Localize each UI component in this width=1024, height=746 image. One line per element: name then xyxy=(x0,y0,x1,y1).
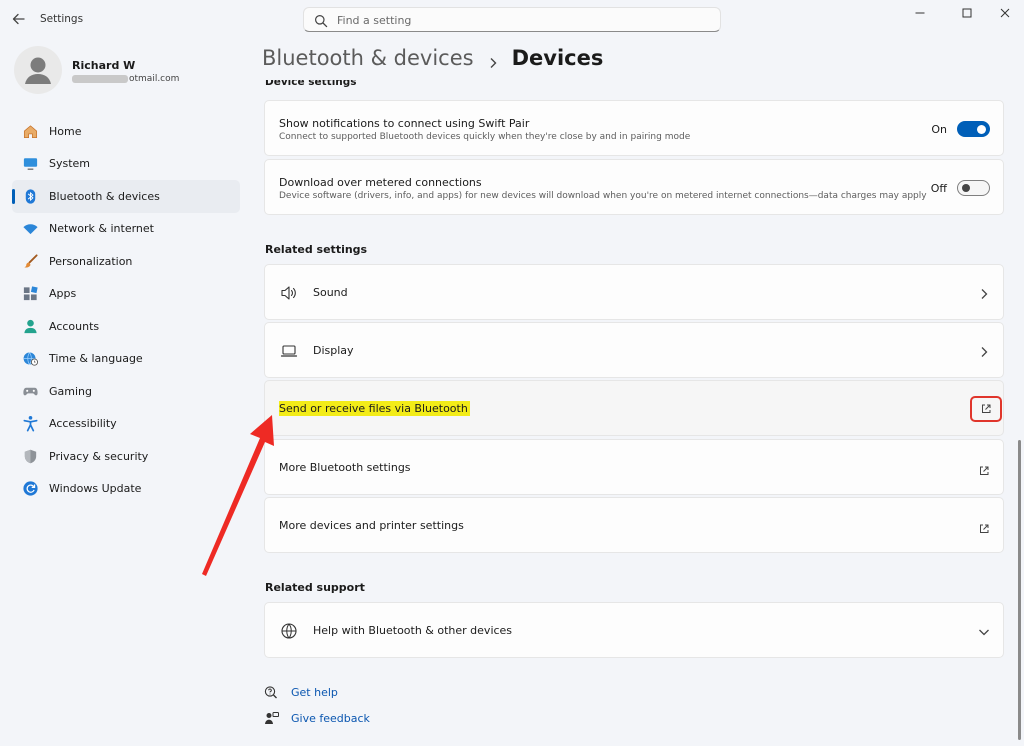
minimize-icon xyxy=(915,12,925,14)
give-feedback-link[interactable]: Give feedback xyxy=(264,709,370,727)
metered-download-setting: Download over metered connections Device… xyxy=(264,159,1004,215)
sidebar-item-personalization[interactable]: Personalization xyxy=(12,245,240,278)
chevron-right-icon xyxy=(977,344,991,358)
app-title: Settings xyxy=(40,13,84,25)
globe-clock-icon xyxy=(21,350,39,368)
metered-title: Download over metered connections xyxy=(279,176,482,189)
gamepad-icon xyxy=(21,382,39,400)
chevron-down-icon xyxy=(977,624,991,638)
search-icon xyxy=(314,13,328,28)
speaker-icon xyxy=(279,283,299,303)
chevron-right-icon xyxy=(977,286,991,300)
swift-pair-title: Show notifications to connect using Swif… xyxy=(279,117,530,130)
apps-icon xyxy=(21,285,39,303)
metered-subtitle: Device software (drivers, info, and apps… xyxy=(279,191,927,201)
page-breadcrumb: Bluetooth & devices Devices xyxy=(262,46,603,70)
person-icon xyxy=(21,317,39,335)
get-help-label: Get help xyxy=(291,685,338,699)
related-settings-label: Related settings xyxy=(265,243,368,256)
sidebar-item-network[interactable]: Network & internet xyxy=(12,213,240,246)
swift-pair-toggle[interactable] xyxy=(957,121,990,137)
home-icon xyxy=(21,122,39,140)
title-bar: Settings xyxy=(0,0,1024,40)
get-help-link[interactable]: Get help xyxy=(264,683,338,701)
sidebar-nav: Home System Bluetooth & devices Network … xyxy=(0,115,250,505)
sidebar-item-accounts[interactable]: Accounts xyxy=(12,310,240,343)
redacted-email-part xyxy=(72,75,128,83)
help-chat-icon xyxy=(264,685,277,698)
back-button[interactable] xyxy=(10,10,28,28)
person-avatar-icon xyxy=(25,57,51,84)
accessibility-icon xyxy=(21,415,39,433)
device-settings-section-label: Device settings xyxy=(265,80,357,88)
update-icon xyxy=(21,480,39,498)
maximize-icon xyxy=(962,8,972,18)
send-receive-label: Send or receive files via Bluetooth xyxy=(279,401,470,416)
sidebar-item-home[interactable]: Home xyxy=(12,115,240,148)
scrollbar[interactable] xyxy=(1018,440,1021,740)
search-box[interactable] xyxy=(303,7,721,32)
related-support-label: Related support xyxy=(265,581,365,594)
sound-link[interactable]: Sound xyxy=(264,264,1004,320)
external-link-icon xyxy=(978,520,990,533)
profile-name: Richard W xyxy=(72,59,136,72)
give-feedback-label: Give feedback xyxy=(291,711,370,725)
swift-pair-setting: Show notifications to connect using Swif… xyxy=(264,100,1004,156)
swift-pair-subtitle: Connect to supported Bluetooth devices q… xyxy=(279,132,691,142)
external-link-annotation-box[interactable] xyxy=(970,396,1002,422)
user-profile[interactable]: Richard W otmail.com xyxy=(14,46,240,98)
external-link-icon xyxy=(978,462,990,475)
more-bluetooth-label: More Bluetooth settings xyxy=(279,461,411,474)
sidebar-item-apps[interactable]: Apps xyxy=(12,278,240,311)
monitor-icon xyxy=(21,155,39,173)
metered-state: Off xyxy=(930,182,947,195)
sidebar-item-time-language[interactable]: Time & language xyxy=(12,343,240,376)
sidebar-item-system[interactable]: System xyxy=(12,148,240,181)
bluetooth-help-expander[interactable]: Help with Bluetooth & other devices xyxy=(264,602,1004,658)
back-arrow-icon xyxy=(12,13,25,25)
globe-icon xyxy=(279,621,299,641)
bluetooth-help-label: Help with Bluetooth & other devices xyxy=(313,624,513,637)
sidebar-item-gaming[interactable]: Gaming xyxy=(12,375,240,408)
avatar xyxy=(14,46,62,94)
sound-label: Sound xyxy=(313,286,348,299)
sidebar-item-privacy-security[interactable]: Privacy & security xyxy=(12,440,240,473)
metered-toggle[interactable] xyxy=(957,180,990,196)
more-bluetooth-settings-link[interactable]: More Bluetooth settings xyxy=(264,439,1004,495)
swift-pair-state: On xyxy=(931,123,947,136)
page-title: Devices xyxy=(511,46,604,70)
highlighted-text: Send or receive files via Bluetooth xyxy=(279,401,470,416)
sidebar-item-accessibility[interactable]: Accessibility xyxy=(12,408,240,441)
feedback-icon xyxy=(265,711,279,724)
more-devices-label: More devices and printer settings xyxy=(279,519,464,532)
display-label: Display xyxy=(313,344,354,357)
close-icon xyxy=(1000,8,1010,18)
external-link-icon xyxy=(982,404,991,413)
breadcrumb-parent[interactable]: Bluetooth & devices xyxy=(262,46,474,70)
profile-email: otmail.com xyxy=(72,74,179,84)
laptop-icon xyxy=(279,341,299,361)
shield-icon xyxy=(21,447,39,465)
bluetooth-icon xyxy=(21,187,39,205)
search-input[interactable] xyxy=(337,11,707,29)
more-devices-printers-link[interactable]: More devices and printer settings xyxy=(264,497,1004,553)
chevron-right-icon xyxy=(486,51,500,68)
wifi-icon xyxy=(21,220,39,238)
minimize-button[interactable] xyxy=(897,2,943,24)
brush-icon xyxy=(21,252,39,270)
send-receive-bluetooth-link[interactable]: Send or receive files via Bluetooth xyxy=(264,380,1004,436)
display-link[interactable]: Display xyxy=(264,322,1004,378)
sidebar-item-bluetooth-devices[interactable]: Bluetooth & devices xyxy=(12,180,240,213)
sidebar-item-windows-update[interactable]: Windows Update xyxy=(12,473,240,506)
close-button[interactable] xyxy=(982,2,1024,24)
